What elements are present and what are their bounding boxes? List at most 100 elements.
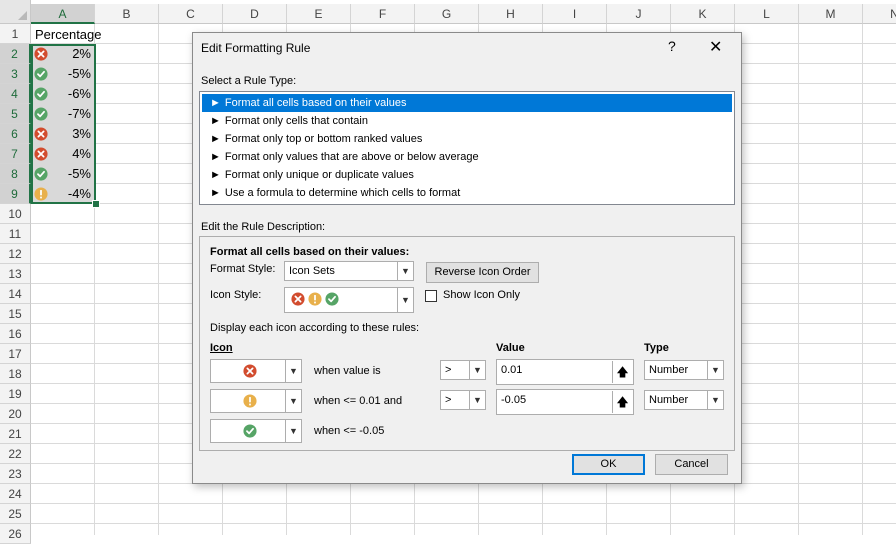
chevron-down-icon: ▼ [469, 391, 485, 409]
row-header-11[interactable]: 11 [0, 224, 31, 244]
row-header-23[interactable]: 23 [0, 464, 31, 484]
row-header-18[interactable]: 18 [0, 364, 31, 384]
column-header-b[interactable]: B [95, 4, 159, 24]
row-header-4[interactable]: 4 [0, 84, 31, 104]
rule-condition-text: when value is [314, 365, 381, 377]
row-header-20[interactable]: 20 [0, 404, 31, 424]
row-header-15[interactable]: 15 [0, 304, 31, 324]
description-heading: Format all cells based on their values: [210, 246, 410, 258]
value-input[interactable]: -0.05 🡅 [496, 389, 634, 415]
icon-column-header: Icon [210, 342, 233, 354]
icon-select[interactable]: ▼ [210, 359, 302, 383]
row-header-26[interactable]: 26 [0, 524, 31, 544]
display-rules-label: Display each icon according to these rul… [210, 322, 420, 334]
row-header-9[interactable]: 9 [0, 184, 31, 204]
operator-value: > [445, 364, 452, 376]
icon-style-select[interactable]: ▼ [284, 287, 414, 313]
arrow-right-icon: ► [210, 169, 221, 181]
rule-type-label: Format only values that are above or bel… [224, 151, 479, 163]
format-style-select[interactable]: Icon Sets ▼ [284, 261, 414, 281]
collapse-dialog-icon[interactable]: 🡅 [612, 391, 632, 413]
rule-type-item[interactable]: ► Format only unique or duplicate values [202, 166, 732, 184]
select-all-corner[interactable] [0, 0, 31, 24]
close-icon[interactable]: ✕ [709, 37, 722, 57]
type-select[interactable]: Number ▼ [644, 390, 724, 410]
ok-button[interactable]: OK [572, 454, 645, 475]
rule-type-item[interactable]: ► Format only top or bottom ranked values [202, 130, 732, 148]
column-header-n[interactable]: N [863, 4, 896, 24]
row-header-12[interactable]: 12 [0, 244, 31, 264]
show-icon-only-label[interactable]: Show Icon Only [443, 289, 520, 301]
row-header-7[interactable]: 7 [0, 144, 31, 164]
rule-type-label: Format all cells based on their values [224, 97, 407, 109]
rule-type-item[interactable]: ► Format only cells that contain [202, 112, 732, 130]
operator-select[interactable]: > ▼ [440, 360, 486, 380]
row-header-6[interactable]: 6 [0, 124, 31, 144]
row-header-16[interactable]: 16 [0, 324, 31, 344]
rule-type-list[interactable]: ► Format all cells based on their values ►… [199, 91, 735, 205]
arrow-right-icon: ► [210, 133, 221, 145]
chevron-down-icon: ▼ [397, 288, 413, 312]
column-header-g[interactable]: G [415, 4, 479, 24]
icon-style-preview [291, 292, 339, 306]
chevron-down-icon: ▼ [285, 360, 301, 382]
row-header-22[interactable]: 22 [0, 444, 31, 464]
column-header-a[interactable]: A [31, 4, 95, 24]
fill-handle[interactable] [92, 200, 100, 208]
row-header-1[interactable]: 1 [0, 24, 31, 44]
rule-type-label: Format only cells that contain [224, 115, 368, 127]
row-header-13[interactable]: 13 [0, 264, 31, 284]
type-value: Number [649, 364, 689, 376]
icon-select[interactable]: ▼ [210, 389, 302, 413]
row-header-17[interactable]: 17 [0, 344, 31, 364]
column-header-h[interactable]: H [479, 4, 543, 24]
column-header-j[interactable]: J [607, 4, 671, 24]
row-header-5[interactable]: 5 [0, 104, 31, 124]
column-header-c[interactable]: C [159, 4, 223, 24]
value-column-header: Value [496, 342, 525, 354]
rule-condition-text: when <= -0.05 [314, 425, 385, 437]
rule-type-item[interactable]: ► Format only values that are above or be… [202, 148, 732, 166]
column-header-f[interactable]: F [351, 4, 415, 24]
column-header-d[interactable]: D [223, 4, 287, 24]
rule-type-item[interactable]: ► Use a formula to determine which cells … [202, 184, 732, 202]
row-header-3[interactable]: 3 [0, 64, 31, 84]
chevron-down-icon: ▼ [397, 262, 413, 280]
column-headers: ABCDEFGHIJKLMN [31, 4, 896, 24]
type-value: Number [649, 394, 689, 406]
value-text: -0.05 [501, 394, 527, 406]
help-button[interactable]: ? [668, 38, 676, 54]
arrow-right-icon: ► [210, 115, 221, 127]
yellow-exclamation-icon [243, 394, 257, 408]
rule-type-item[interactable]: ► Format all cells based on their values [202, 94, 732, 112]
column-header-l[interactable]: L [735, 4, 799, 24]
column-header-k[interactable]: K [671, 4, 735, 24]
type-select[interactable]: Number ▼ [644, 360, 724, 380]
reverse-icon-order-button[interactable]: Reverse Icon Order [426, 262, 539, 283]
type-column-header: Type [644, 342, 669, 354]
edit-rule-description-label: Edit the Rule Description: [201, 221, 326, 233]
row-header-21[interactable]: 21 [0, 424, 31, 444]
row-header-24[interactable]: 24 [0, 484, 31, 504]
column-header-i[interactable]: I [543, 4, 607, 24]
row-header-25[interactable]: 25 [0, 504, 31, 524]
selection-border [31, 44, 96, 204]
collapse-dialog-icon[interactable]: 🡅 [612, 361, 632, 383]
row-header-14[interactable]: 14 [0, 284, 31, 304]
row-header-19[interactable]: 19 [0, 384, 31, 404]
cell-a1[interactable]: Percentage [35, 25, 102, 45]
operator-select[interactable]: > ▼ [440, 390, 486, 410]
row-header-8[interactable]: 8 [0, 164, 31, 184]
format-style-value: Icon Sets [289, 265, 335, 277]
row-header-10[interactable]: 10 [0, 204, 31, 224]
rule-description-panel: Format all cells based on their values: … [199, 236, 735, 451]
show-icon-only-checkbox[interactable] [425, 290, 437, 302]
icon-select[interactable]: ▼ [210, 419, 302, 443]
row-header-2[interactable]: 2 [0, 44, 31, 64]
value-input[interactable]: 0.01 🡅 [496, 359, 634, 385]
cancel-button[interactable]: Cancel [655, 454, 728, 475]
green-check-icon [325, 292, 339, 306]
column-header-m[interactable]: M [799, 4, 863, 24]
column-header-e[interactable]: E [287, 4, 351, 24]
yellow-exclamation-icon [308, 292, 322, 306]
